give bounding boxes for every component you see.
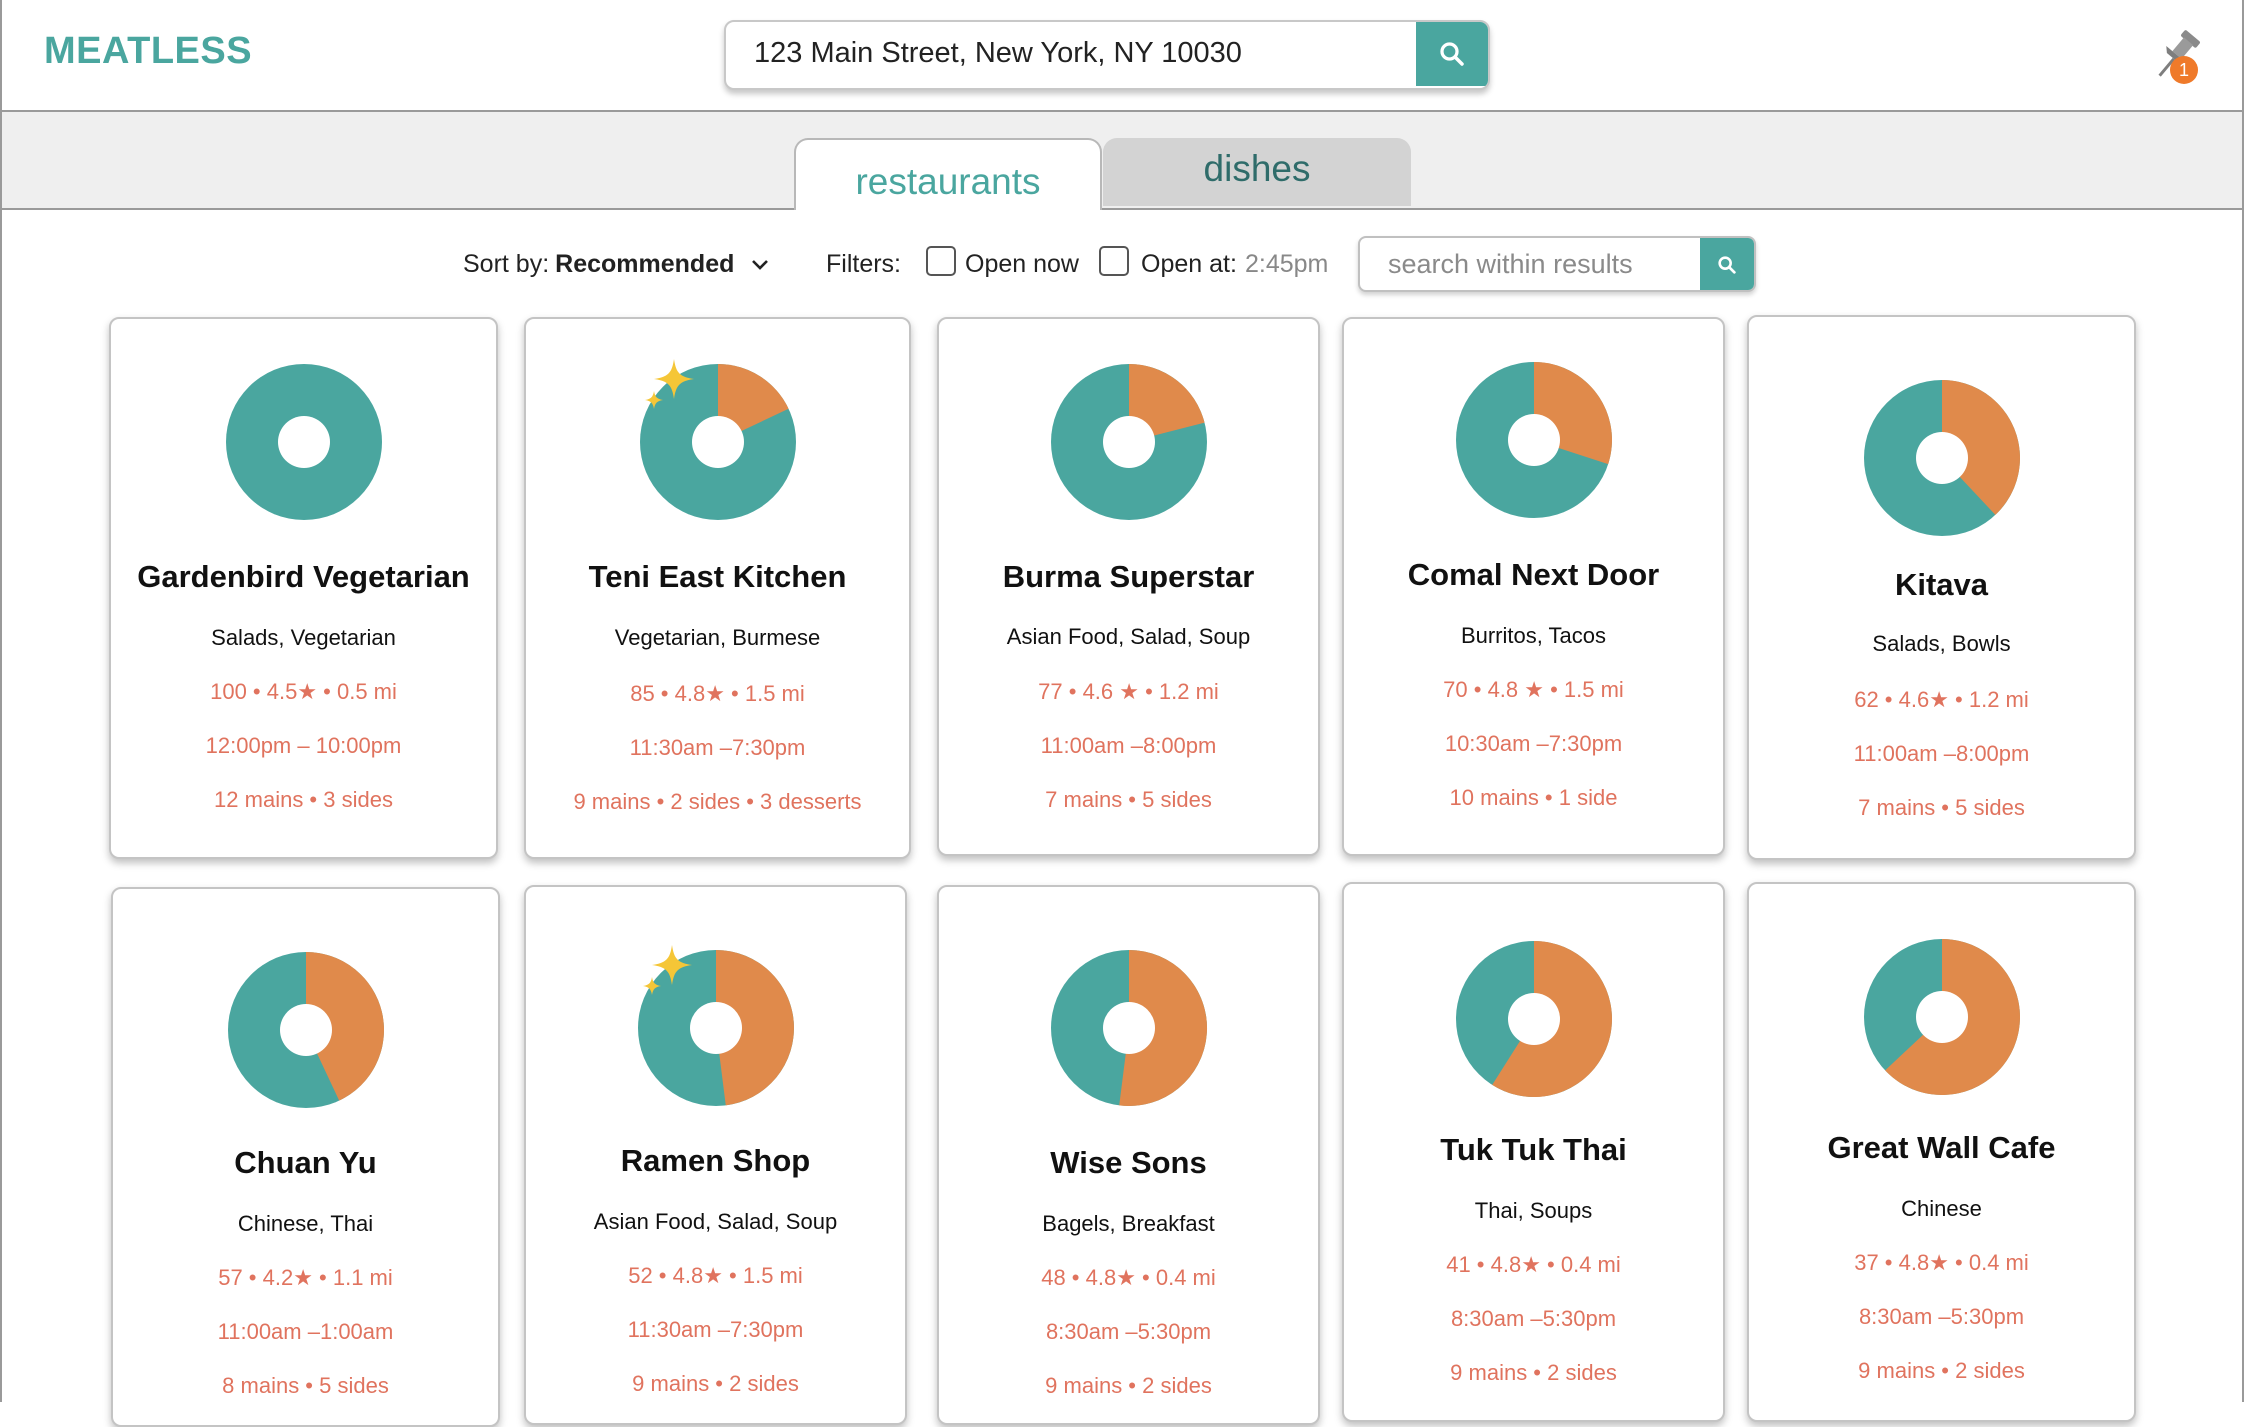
restaurant-stats: 52 • 4.8★ • 1.5 mi: [628, 1263, 803, 1288]
results-search-box: [1358, 236, 1756, 292]
sparkle-icon: [642, 943, 696, 997]
restaurant-card[interactable]: Gardenbird Vegetarian Salads, Vegetarian 1…: [109, 317, 498, 859]
restaurant-name: Burma Superstar: [1002, 559, 1255, 594]
restaurant-stats: 57 • 4.2★ • 1.1 mi: [218, 1265, 393, 1290]
veg-ratio-donut-chart: [1455, 940, 1613, 1098]
sort-value: Recommended: [555, 250, 735, 278]
restaurant-hours: 8:30am –5:30pm: [1045, 1319, 1212, 1344]
restaurant-name: Comal Next Door: [1407, 557, 1660, 592]
restaurant-card[interactable]: Wise Sons Bagels, Breakfast 48 • 4.8★ • 0.…: [937, 885, 1320, 1425]
restaurant-menu-summary: 9 mains • 2 sides • 3 desserts: [573, 789, 862, 814]
app-header: MEATLESS 1: [2, 0, 2242, 112]
restaurant-card[interactable]: Great Wall Cafe Chinese 37 • 4.8★ • 0.4 mi…: [1747, 882, 2136, 1422]
tab-dishes[interactable]: dishes: [1103, 138, 1411, 206]
restaurant-card[interactable]: Teni East Kitchen Vegetarian, Burmese 85 •…: [524, 317, 911, 859]
restaurant-hours: 8:30am –5:30pm: [1450, 1306, 1617, 1331]
open-now-checkbox[interactable]: [926, 246, 956, 276]
open-at-label[interactable]: Open at:: [1141, 250, 1237, 279]
restaurant-categories: Chinese, Thai: [237, 1211, 374, 1236]
restaurant-stats: 77 • 4.6 ★ • 1.2 mi: [1038, 679, 1219, 704]
restaurant-name: Tuk Tuk Thai: [1440, 1132, 1627, 1167]
veg-ratio-donut-chart: [1863, 938, 2021, 1096]
restaurant-hours: 11:30am –7:30pm: [629, 735, 806, 760]
address-input[interactable]: [726, 22, 1414, 84]
restaurant-menu-summary: 8 mains • 5 sides: [222, 1373, 389, 1398]
restaurant-menu-summary: 9 mains • 2 sides: [1450, 1360, 1617, 1385]
address-search-button[interactable]: [1416, 22, 1488, 86]
restaurant-categories: Asian Food, Salad, Soup: [1006, 624, 1251, 649]
restaurant-card[interactable]: Chuan Yu Chinese, Thai 57 • 4.2★ • 1.1 mi 1…: [111, 887, 500, 1427]
restaurant-hours: 11:00am –1:00am: [217, 1319, 394, 1344]
restaurant-name: Chuan Yu: [234, 1145, 377, 1180]
restaurant-name: Teni East Kitchen: [588, 559, 847, 594]
app-logo[interactable]: MEATLESS: [44, 30, 252, 73]
restaurant-grid: Gardenbird Vegetarian Salads, Vegetarian 1…: [2, 0, 2242, 1427]
veg-ratio-donut-chart: [1050, 363, 1208, 521]
address-search-box: [724, 20, 1490, 90]
restaurant-menu-summary: 10 mains • 1 side: [1449, 785, 1618, 810]
restaurant-hours: 12:00pm – 10:00pm: [205, 733, 402, 758]
restaurant-name: Great Wall Cafe: [1827, 1130, 2056, 1165]
restaurant-stats: 85 • 4.8★ • 1.5 mi: [630, 681, 805, 706]
restaurant-name: Ramen Shop: [620, 1143, 811, 1178]
sort-dropdown[interactable]: Sort by: Recommended: [463, 250, 770, 279]
restaurant-stats: 70 • 4.8 ★ • 1.5 mi: [1443, 677, 1624, 702]
restaurant-categories: Bagels, Breakfast: [1042, 1211, 1215, 1236]
restaurant-card[interactable]: Burma Superstar Asian Food, Salad, Soup 77…: [937, 317, 1320, 856]
restaurant-name: Gardenbird Vegetarian: [137, 559, 470, 594]
restaurant-menu-summary: 12 mains • 3 sides: [214, 787, 393, 812]
results-controls: Sort by: Recommended Filters: Open now O…: [2, 236, 2242, 296]
restaurant-stats: 62 • 4.6★ • 1.2 mi: [1854, 687, 2029, 712]
restaurant-stats: 37 • 4.8★ • 0.4 mi: [1854, 1250, 2029, 1275]
open-at-time[interactable]: 2:45pm: [1245, 250, 1328, 279]
veg-ratio-donut-chart: [1050, 949, 1208, 1107]
restaurant-name: Wise Sons: [1050, 1145, 1207, 1180]
open-at-checkbox[interactable]: [1099, 246, 1129, 276]
restaurant-categories: Vegetarian, Burmese: [614, 625, 821, 650]
restaurant-categories: Salads, Vegetarian: [211, 625, 396, 650]
restaurant-name: Kitava: [1894, 567, 1989, 602]
results-search-button[interactable]: [1700, 238, 1754, 290]
restaurant-hours: 11:00am –8:00pm: [1853, 741, 2030, 766]
restaurant-categories: Asian Food, Salad, Soup: [593, 1209, 838, 1234]
restaurant-card[interactable]: Kitava Salads, Bowls 62 • 4.6★ • 1.2 mi 11:…: [1747, 315, 2136, 860]
chevron-down-icon: [752, 259, 769, 270]
restaurant-categories: Chinese: [1901, 1196, 1982, 1221]
filters-label: Filters:: [826, 250, 901, 278]
restaurant-menu-summary: 9 mains • 2 sides: [632, 1371, 799, 1396]
restaurant-card[interactable]: Ramen Shop Asian Food, Salad, Soup 52 • 4.…: [524, 885, 907, 1425]
veg-ratio-donut-chart: [227, 951, 385, 1109]
restaurant-hours: 8:30am –5:30pm: [1858, 1304, 2025, 1329]
restaurant-menu-summary: 9 mains • 2 sides: [1858, 1358, 2025, 1383]
restaurant-hours: 11:00am –8:00pm: [1040, 733, 1217, 758]
restaurant-card[interactable]: Tuk Tuk Thai Thai, Soups 41 • 4.8★ • 0.4 m…: [1342, 882, 1725, 1422]
tab-restaurants[interactable]: restaurants: [794, 138, 1102, 210]
pinned-count-badge: 1: [2170, 56, 2198, 84]
restaurant-menu-summary: 7 mains • 5 sides: [1858, 795, 2025, 820]
restaurant-stats: 48 • 4.8★ • 0.4 mi: [1041, 1265, 1216, 1290]
restaurant-categories: Thai, Soups: [1474, 1198, 1593, 1223]
sort-label: Sort by:: [463, 250, 550, 278]
restaurant-stats: 100 • 4.5★ • 0.5 mi: [210, 679, 397, 704]
restaurant-card[interactable]: Comal Next Door Burritos, Tacos 70 • 4.8 ★…: [1342, 317, 1725, 856]
restaurant-menu-summary: 7 mains • 5 sides: [1045, 787, 1212, 812]
veg-ratio-donut-chart: [1455, 361, 1613, 519]
restaurant-stats: 41 • 4.8★ • 0.4 mi: [1446, 1252, 1621, 1277]
veg-ratio-donut-chart: [1863, 379, 2021, 537]
restaurant-categories: Salads, Bowls: [1872, 631, 2011, 656]
sparkle-icon: [644, 357, 698, 411]
restaurant-categories: Burritos, Tacos: [1460, 623, 1607, 648]
restaurant-menu-summary: 9 mains • 2 sides: [1045, 1373, 1212, 1398]
tab-bar: restaurants dishes: [2, 112, 2242, 210]
restaurant-hours: 11:30am –7:30pm: [627, 1317, 804, 1342]
veg-ratio-donut-chart: [225, 363, 383, 521]
open-now-label[interactable]: Open now: [965, 250, 1079, 279]
restaurant-hours: 10:30am –7:30pm: [1444, 731, 1623, 756]
results-search-input[interactable]: [1360, 238, 1700, 290]
search-icon: [1718, 256, 1736, 274]
search-icon: [1440, 42, 1464, 66]
